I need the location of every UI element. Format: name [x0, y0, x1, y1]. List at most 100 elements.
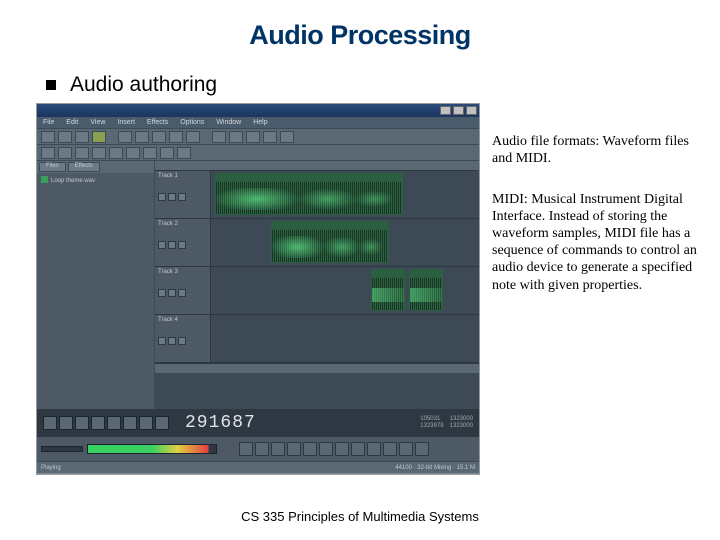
mute-button[interactable]	[158, 193, 166, 201]
audio-clip[interactable]	[371, 269, 405, 311]
prev-button[interactable]	[91, 416, 105, 430]
toolbar-button[interactable]	[229, 131, 243, 143]
toolbar-button[interactable]	[58, 147, 72, 159]
close-icon[interactable]	[466, 106, 477, 115]
selection-panel: 105031 1323979 1323000 1323000	[420, 416, 473, 430]
menu-item[interactable]: Help	[253, 119, 267, 126]
zoom-controls	[235, 437, 479, 461]
stop-button[interactable]	[43, 416, 57, 430]
main-toolbar	[37, 129, 479, 145]
toolbar-button[interactable]	[160, 147, 174, 159]
zoom-button[interactable]	[367, 442, 381, 456]
description-p1: Audio file formats: Waveform files and M…	[492, 133, 702, 167]
track-header[interactable]: Track 2	[155, 219, 211, 266]
track-row: Track 2	[155, 219, 479, 267]
menu-item[interactable]: Insert	[117, 119, 135, 126]
toolbar-button[interactable]	[109, 147, 123, 159]
transport-controls	[43, 416, 169, 430]
next-button[interactable]	[139, 416, 153, 430]
statusbar: Playing 44100 · 32-bit Mixing · 15.1 M	[37, 461, 479, 473]
toolbar-button[interactable]	[246, 131, 260, 143]
toolbar-button[interactable]	[280, 131, 294, 143]
audio-clip[interactable]	[409, 269, 443, 311]
track-label: Track 3	[158, 269, 178, 275]
content-row: File Edit View Insert Effects Options Wi…	[36, 103, 720, 475]
master-fader[interactable]	[41, 446, 83, 452]
zoom-button[interactable]	[319, 442, 333, 456]
track-header[interactable]: Track 4	[155, 315, 211, 362]
rewind-button[interactable]	[107, 416, 121, 430]
mute-button[interactable]	[158, 289, 166, 297]
menu-item[interactable]: Options	[180, 119, 204, 126]
time-ruler[interactable]	[155, 161, 479, 171]
toolbar-button[interactable]	[263, 131, 277, 143]
solo-button[interactable]	[168, 289, 176, 297]
zoom-button[interactable]	[271, 442, 285, 456]
toolbar-button[interactable]	[186, 131, 200, 143]
audio-editor-screenshot: File Edit View Insert Effects Options Wi…	[36, 103, 480, 475]
track-header[interactable]: Track 1	[155, 171, 211, 218]
solo-button[interactable]	[168, 337, 176, 345]
toolbar-button[interactable]	[118, 131, 132, 143]
record-button[interactable]	[178, 337, 186, 345]
menu-item[interactable]: Edit	[66, 119, 78, 126]
menu-item[interactable]: View	[90, 119, 105, 126]
toolbar-button[interactable]	[177, 147, 191, 159]
minimize-icon[interactable]	[440, 106, 451, 115]
toolbar-button[interactable]	[169, 131, 183, 143]
toolbar-button[interactable]	[41, 147, 55, 159]
horizontal-scrollbar[interactable]	[155, 363, 479, 373]
toolbar-button[interactable]	[92, 147, 106, 159]
panel-tab-effects[interactable]: Effects	[68, 162, 100, 172]
maximize-icon[interactable]	[453, 106, 464, 115]
play-button[interactable]	[59, 416, 73, 430]
toolbar-button[interactable]	[75, 147, 89, 159]
clip-header	[216, 174, 402, 182]
toolbar-button[interactable]	[75, 131, 89, 143]
forward-button[interactable]	[123, 416, 137, 430]
zoom-button[interactable]	[287, 442, 301, 456]
audio-clip[interactable]	[215, 173, 403, 215]
mute-button[interactable]	[158, 241, 166, 249]
zoom-button[interactable]	[383, 442, 397, 456]
track-lane[interactable]	[211, 315, 479, 362]
mute-button[interactable]	[158, 337, 166, 345]
file-name: Loop theme.wav	[51, 178, 95, 184]
track-lane[interactable]	[211, 171, 479, 218]
solo-button[interactable]	[168, 193, 176, 201]
record-button[interactable]	[178, 241, 186, 249]
solo-button[interactable]	[168, 241, 176, 249]
zoom-button[interactable]	[415, 442, 429, 456]
toolbar-button[interactable]	[92, 131, 106, 143]
track-lane[interactable]	[211, 267, 479, 314]
zoom-button[interactable]	[399, 442, 413, 456]
zoom-button[interactable]	[335, 442, 349, 456]
zoom-button[interactable]	[351, 442, 365, 456]
track-header[interactable]: Track 3	[155, 267, 211, 314]
pause-button[interactable]	[75, 416, 89, 430]
toolbar-button[interactable]	[126, 147, 140, 159]
menu-item[interactable]: File	[43, 119, 54, 126]
toolbar-button[interactable]	[58, 131, 72, 143]
record-button[interactable]	[155, 416, 169, 430]
slide-footer: CS 335 Principles of Multimedia Systems	[0, 509, 720, 524]
zoom-button[interactable]	[303, 442, 317, 456]
list-item[interactable]: Loop theme.wav	[41, 176, 150, 185]
toolbar-button[interactable]	[135, 131, 149, 143]
panel-tab-files[interactable]: Files	[39, 162, 66, 172]
toolbar-button[interactable]	[212, 131, 226, 143]
zoom-button[interactable]	[239, 442, 253, 456]
track-lane[interactable]	[211, 219, 479, 266]
record-button[interactable]	[178, 289, 186, 297]
menu-item[interactable]: Window	[216, 119, 241, 126]
audio-clip[interactable]	[271, 221, 389, 263]
zoom-button[interactable]	[255, 442, 269, 456]
waveform-icon	[410, 278, 442, 311]
toolbar-button[interactable]	[152, 131, 166, 143]
toolbar-button[interactable]	[143, 147, 157, 159]
record-button[interactable]	[178, 193, 186, 201]
track-label: Track 1	[158, 173, 178, 179]
toolbar-button[interactable]	[41, 131, 55, 143]
menu-item[interactable]: Effects	[147, 119, 168, 126]
bullet-item: Audio authoring	[46, 73, 720, 97]
